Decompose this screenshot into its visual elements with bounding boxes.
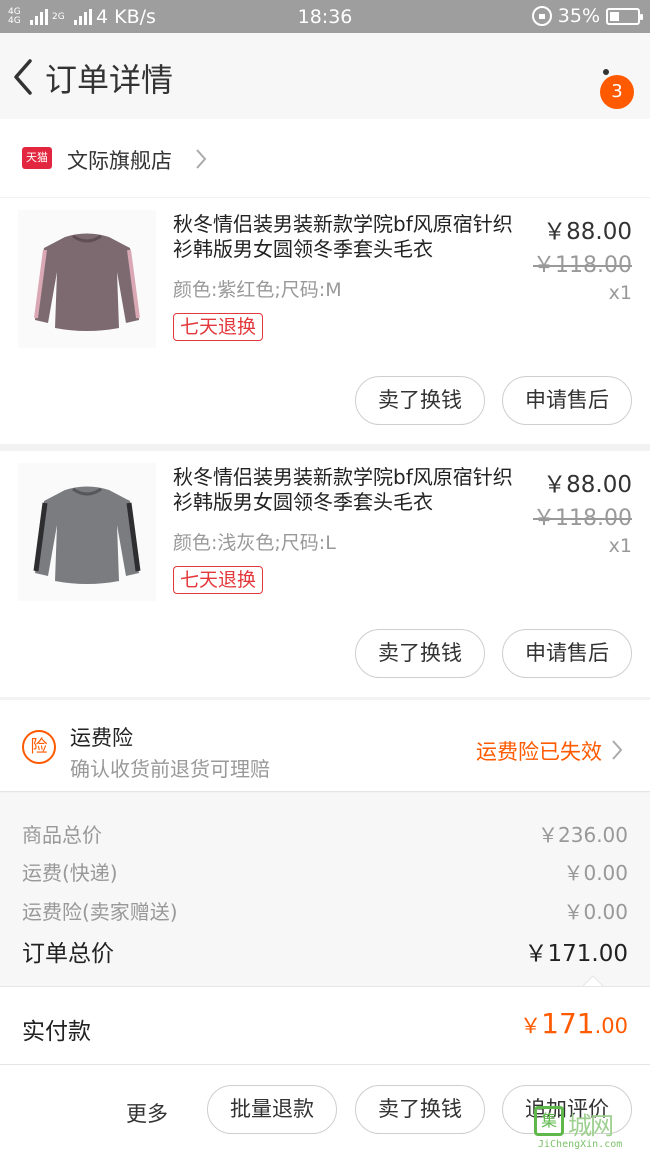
more-actions-link[interactable]: 更多 [126,1098,168,1128]
page-title: 订单详情 [45,61,174,99]
status-bar: 4G 4G 2G 4 KB/s 18:36 35% [0,0,650,33]
shipping-insurance-row[interactable]: 险 运费险 确认收货前退货可理赔 运费险已失效 [0,700,650,792]
insurance-subtitle: 确认收货前退货可理赔 [70,757,270,781]
amount-currency: ￥ [520,1014,542,1038]
site-watermark: 集 城网 JiChengXin.com [528,1104,650,1155]
status-right: 35% [531,5,643,27]
battery-fill [610,11,619,21]
insurance-title: 运费险 [70,726,133,750]
product-thumbnail[interactable] [18,210,156,348]
summary-row-shipping: 运费(快递) ￥0.00 [22,857,628,886]
order-total-value: ￥171.00 [524,941,628,967]
insurance-icon: 险 [22,730,56,764]
store-row[interactable]: 天猫 文际旗舰店 [0,119,650,197]
watermark-url: JiChengXin.com [538,1139,623,1150]
sell-for-cash-button[interactable]: 卖了换钱 [355,629,485,678]
battery-percent: 35% [557,5,600,27]
product-spec: 颜色:浅灰色;尺码:L [173,532,336,554]
summary-label: 商品总价 [22,823,102,847]
return-policy-tag: 七天退换 [173,313,264,341]
back-arrow-icon[interactable] [10,57,38,97]
amount-decimal: .00 [594,1014,628,1038]
summary-label: 运费险(卖家赠送) [22,900,178,924]
product-thumbnail[interactable] [18,463,156,601]
watermark-text: 城网 [568,1112,614,1140]
summary-row-order-total: 订单总价 ￥171.00 [22,934,628,968]
battery-icon [606,7,643,25]
product-price: ￥88.00 [543,219,632,245]
product-spec: 颜色:紫红色;尺码:M [173,279,342,301]
order-item[interactable]: 秋冬情侣装男装新款学院bf风原宿针织衫韩版男女圆领冬季套头毛衣 颜色:浅灰色;尺… [0,451,650,697]
amount-paid-row: 实付款 ￥171.00 [0,986,650,1065]
nav-bar: 订单详情 3 [0,33,650,119]
amount-paid-label: 实付款 [22,1019,91,1045]
batch-refund-button[interactable]: 批量退款 [207,1085,337,1134]
order-item[interactable]: 秋冬情侣装男装新款学院bf风原宿针织衫韩版男女圆领冬季套头毛衣 颜色:紫红色;尺… [0,198,650,444]
chevron-right-icon [196,149,207,169]
sell-for-cash-button[interactable]: 卖了换钱 [355,376,485,425]
summary-label: 运费(快递) [22,861,118,885]
product-original-price: ￥118.00 [533,253,632,278]
summary-value: ￥236.00 [538,823,628,847]
watermark-logo: 集 [534,1106,564,1136]
order-total-label: 订单总价 [22,941,114,967]
product-quantity: x1 [608,535,632,557]
request-after-sale-button[interactable]: 申请售后 [502,629,632,678]
summary-row-goods-total: 商品总价 ￥236.00 [22,819,628,848]
price-summary: 商品总价 ￥236.00 运费(快递) ￥0.00 运费险(卖家赠送) ￥0.0… [0,793,650,986]
product-quantity: x1 [608,282,632,304]
store-name[interactable]: 文际旗舰店 [67,145,172,175]
summary-row-shipping-insurance: 运费险(卖家赠送) ￥0.00 [22,896,628,925]
tmall-logo-icon: 天猫 [22,147,52,169]
amount-integer: 171 [541,1007,595,1040]
amount-paid-value: ￥171.00 [520,1007,628,1040]
product-title[interactable]: 秋冬情侣装男装新款学院bf风原宿针织衫韩版男女圆领冬季套头毛衣 [173,465,523,515]
notification-badge[interactable]: 3 [600,75,634,109]
product-title[interactable]: 秋冬情侣装男装新款学院bf风原宿针织衫韩版男女圆领冬季套头毛衣 [173,212,523,262]
order-detail-page: 4G 4G 2G 4 KB/s 18:36 35% 订单详情 3 天猫 文际旗舰店 [0,0,650,1155]
insurance-status[interactable]: 运费险已失效 [476,736,602,766]
return-policy-tag: 七天退换 [173,566,264,594]
chevron-right-icon [612,740,623,760]
product-original-price: ￥118.00 [533,506,632,531]
sell-for-cash-button[interactable]: 卖了换钱 [355,1085,485,1134]
summary-value: ￥0.00 [563,900,628,924]
summary-value: ￥0.00 [563,861,628,885]
request-after-sale-button[interactable]: 申请售后 [502,376,632,425]
product-price: ￥88.00 [543,472,632,498]
rotation-lock-icon [531,6,552,26]
